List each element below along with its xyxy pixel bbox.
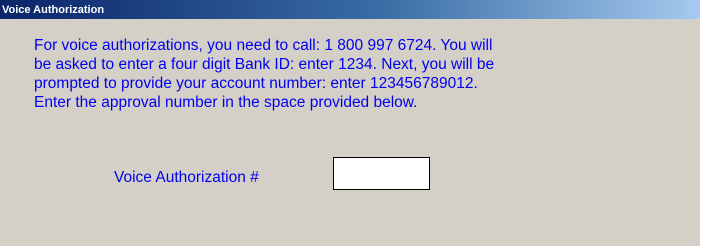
instruction-line: Enter the approval number in the space p… — [34, 94, 418, 111]
instruction-line: be asked to enter a four digit Bank ID: … — [34, 56, 495, 73]
voice-authorization-input[interactable] — [333, 157, 430, 190]
instruction-line: prompted to provide your account number:… — [34, 75, 478, 92]
background-edge — [700, 0, 707, 246]
instructions-text: For voice authorizations, you need to ca… — [34, 36, 684, 112]
instruction-line: For voice authorizations, you need to ca… — [34, 37, 493, 54]
title-bar: Voice Authorization — [0, 0, 700, 19]
voice-authorization-label: Voice Authorization # — [114, 169, 259, 186]
window-title: Voice Authorization — [2, 4, 105, 16]
voice-authorization-window: Voice Authorization For voice authorizat… — [0, 0, 700, 246]
